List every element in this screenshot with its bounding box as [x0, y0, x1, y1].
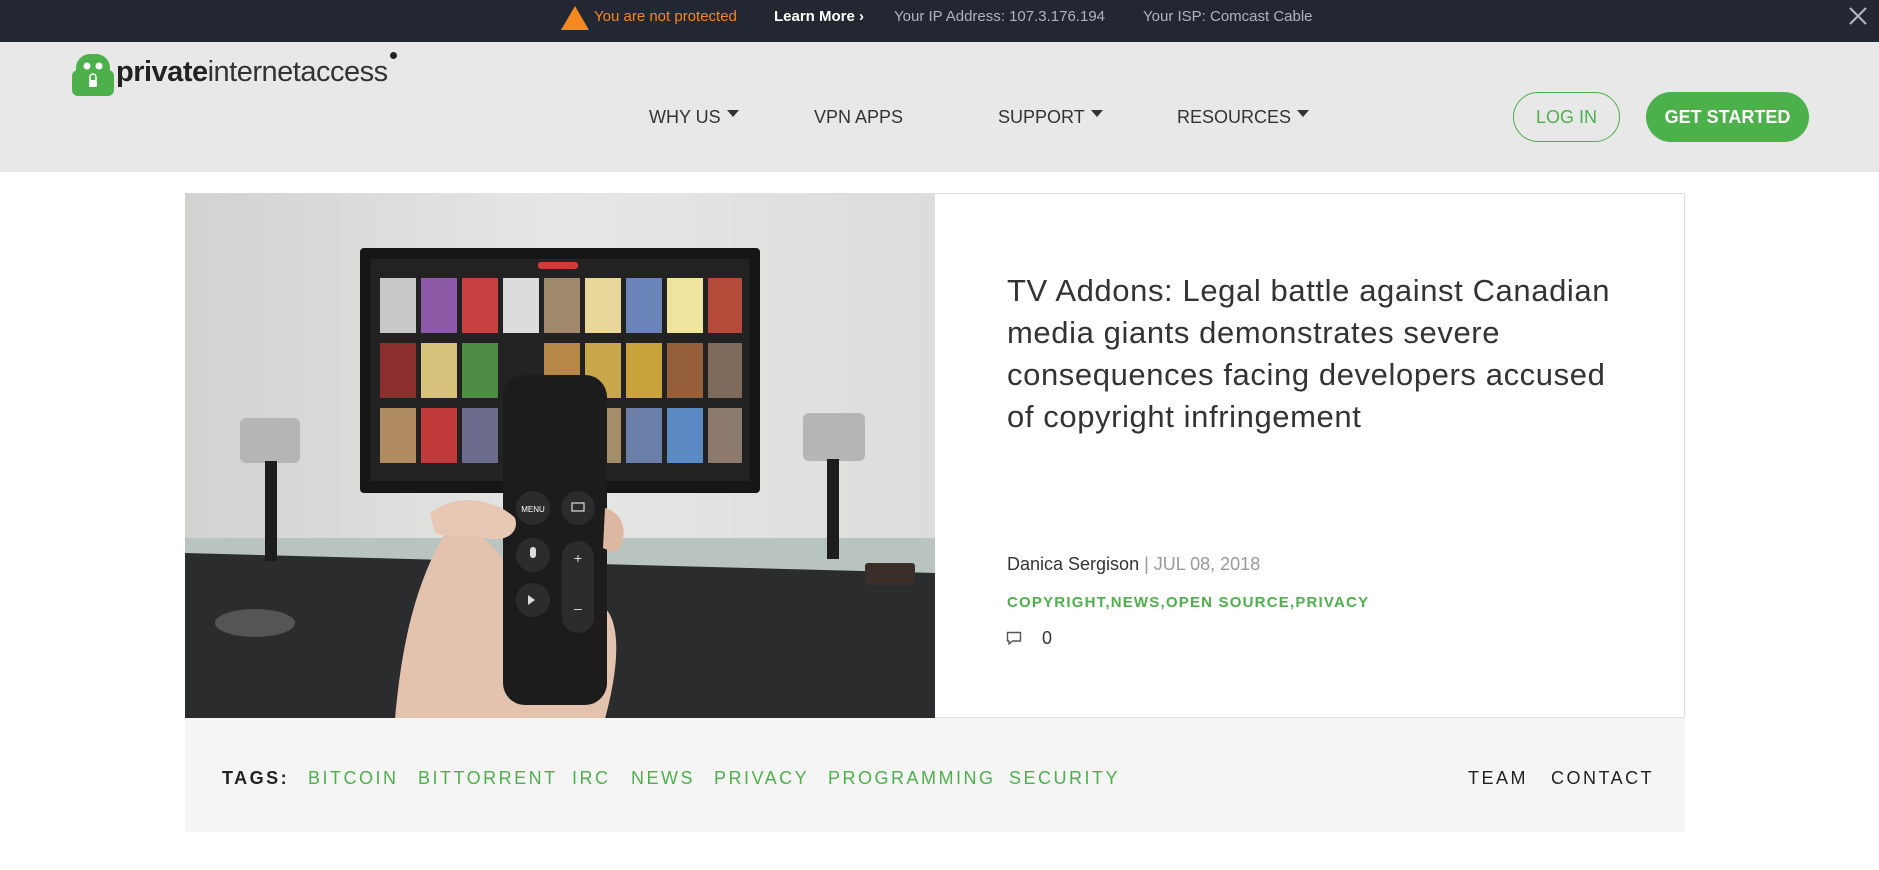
nav-vpn-apps[interactable]: VPN APPS — [814, 107, 903, 128]
logo-dot — [390, 52, 397, 59]
team-link[interactable]: TEAM — [1468, 768, 1528, 789]
nav-why-us[interactable]: WHY US — [649, 107, 739, 128]
author-name[interactable]: Danica Sergison — [1007, 554, 1139, 574]
login-button[interactable]: LOG IN — [1513, 92, 1620, 142]
nav-support[interactable]: SUPPORT — [998, 107, 1103, 128]
robot-logo-icon — [72, 54, 114, 96]
comments-link[interactable]: 0 — [1006, 628, 1052, 649]
nav-label: SUPPORT — [998, 107, 1085, 127]
logo-wordmark: privateinternetaccess — [116, 56, 388, 89]
close-icon[interactable] — [1846, 4, 1870, 28]
tag-security[interactable]: SECURITY — [1009, 768, 1120, 789]
alert-bar: You are not protected Learn More › Your … — [0, 0, 1879, 42]
tags-footer: TAGS: BITCOIN BITTORRENT IRC NEWS PRIVAC… — [185, 718, 1685, 832]
nav-label: RESOURCES — [1177, 107, 1292, 127]
tag-news[interactable]: NEWS — [631, 768, 695, 789]
protection-status: You are not protected — [594, 8, 737, 25]
article-title[interactable]: TV Addons: Legal battle against Canadian… — [1007, 270, 1637, 438]
caret-down-icon — [1090, 110, 1103, 117]
article-categories: COPYRIGHT,NEWS,OPEN SOURCE,PRIVACY — [1007, 594, 1370, 611]
nav-label: WHY US — [649, 107, 721, 127]
category-link[interactable]: NEWS — [1111, 594, 1161, 611]
isp-name: Your ISP: Comcast Cable — [1143, 8, 1313, 25]
meta-separator: | — [1144, 554, 1149, 574]
comment-count: 0 — [1042, 628, 1053, 648]
tags-label: TAGS: — [222, 768, 290, 788]
tv-remote-photo: MENU + – — [185, 193, 935, 719]
article-meta: Danica Sergison | JUL 08, 2018 — [1007, 554, 1260, 575]
category-link[interactable]: PRIVACY — [1295, 594, 1369, 611]
warning-icon — [561, 6, 589, 30]
tag-programming[interactable]: PROGRAMMING — [828, 768, 996, 789]
get-started-button[interactable]: GET STARTED — [1646, 92, 1809, 142]
svg-text:+: + — [574, 550, 582, 566]
svg-text:–: – — [574, 600, 582, 616]
caret-down-icon — [1297, 110, 1310, 117]
logo-wordmark-light: internetaccess — [207, 56, 389, 88]
remote-menu-label: MENU — [521, 505, 545, 514]
nav-resources[interactable]: RESOURCES — [1177, 107, 1310, 128]
learn-more-link[interactable]: Learn More › — [774, 8, 864, 25]
contact-link[interactable]: CONTACT — [1551, 768, 1654, 789]
tag-bitcoin[interactable]: BITCOIN — [308, 768, 399, 789]
category-link[interactable]: OPEN SOURCE — [1166, 594, 1290, 611]
article-hero-image[interactable]: MENU + – — [185, 193, 935, 719]
comment-icon — [1006, 631, 1022, 645]
logo-wordmark-bold: private — [116, 56, 208, 88]
tag-irc[interactable]: IRC — [572, 768, 611, 789]
tag-privacy[interactable]: PRIVACY — [714, 768, 809, 789]
ip-address: Your IP Address: 107.3.176.194 — [894, 8, 1106, 25]
caret-down-icon — [726, 110, 739, 117]
tag-bittorrent[interactable]: BITTORRENT — [418, 768, 558, 789]
nav-label: VPN APPS — [814, 107, 904, 127]
publish-date: JUL 08, 2018 — [1153, 554, 1261, 574]
category-link[interactable]: COPYRIGHT — [1007, 594, 1105, 611]
